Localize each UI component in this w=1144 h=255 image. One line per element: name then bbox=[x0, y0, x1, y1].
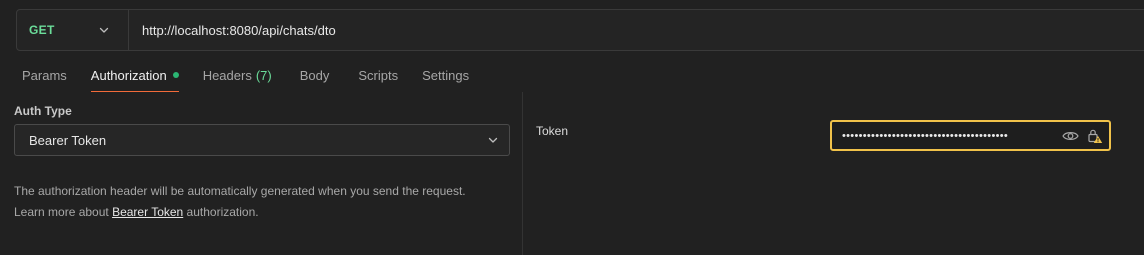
url-text: http://localhost:8080/api/chats/dto bbox=[142, 22, 336, 38]
tab-headers[interactable]: Headers (7) bbox=[203, 58, 272, 92]
tab-label: Params bbox=[22, 67, 67, 83]
tab-settings[interactable]: Settings bbox=[422, 58, 469, 92]
tab-authorization[interactable]: Authorization bbox=[90, 58, 179, 92]
auth-type-value: Bearer Token bbox=[29, 132, 107, 148]
active-dot-icon bbox=[172, 72, 179, 78]
token-label: Token bbox=[536, 124, 569, 138]
auth-type-panel: Auth Type Bearer Token The authorization… bbox=[0, 92, 523, 255]
tab-body[interactable]: Body bbox=[300, 58, 330, 92]
tab-scripts[interactable]: Scripts bbox=[358, 58, 398, 92]
tab-label: Authorization bbox=[90, 67, 167, 83]
token-input[interactable]: •••••••••••••••••••••••••••••••••••••••• bbox=[830, 120, 1111, 151]
url-bar: GET http://localhost:8080/api/chats/dto bbox=[16, 9, 1144, 51]
lock-warning-icon[interactable] bbox=[1087, 128, 1103, 144]
method-dropdown[interactable]: GET bbox=[17, 10, 129, 50]
description-line: The authorization header will be automat… bbox=[14, 184, 466, 198]
request-editor: GET http://localhost:8080/api/chats/dto … bbox=[0, 0, 1144, 255]
tab-label: Settings bbox=[422, 67, 470, 83]
request-tabs: Params Authorization Headers (7) Body Sc… bbox=[0, 58, 469, 92]
method-label: GET bbox=[29, 23, 55, 37]
description-suffix: authorization. bbox=[183, 205, 259, 219]
auth-type-select[interactable]: Bearer Token bbox=[14, 124, 510, 156]
chevron-down-icon bbox=[98, 24, 110, 36]
auth-type-label: Auth Type bbox=[14, 104, 72, 118]
token-masked-value: •••••••••••••••••••••••••••••••••••••••• bbox=[842, 129, 1009, 142]
token-actions bbox=[1062, 128, 1103, 144]
bearer-token-link[interactable]: Bearer Token bbox=[112, 205, 183, 219]
tab-count-badge: (7) bbox=[255, 67, 272, 83]
eye-icon[interactable] bbox=[1062, 130, 1079, 142]
description-prefix: Learn more about bbox=[14, 205, 113, 219]
tab-label: Headers bbox=[202, 67, 252, 83]
tab-label: Scripts bbox=[358, 67, 399, 83]
tab-label: Body bbox=[299, 67, 330, 83]
description-line: Learn more about Bearer Token authorizat… bbox=[14, 202, 466, 223]
url-input[interactable]: http://localhost:8080/api/chats/dto bbox=[129, 10, 1144, 50]
tab-params[interactable]: Params bbox=[22, 58, 67, 92]
auth-description: The authorization header will be automat… bbox=[14, 181, 466, 223]
chevron-down-icon bbox=[487, 134, 499, 146]
